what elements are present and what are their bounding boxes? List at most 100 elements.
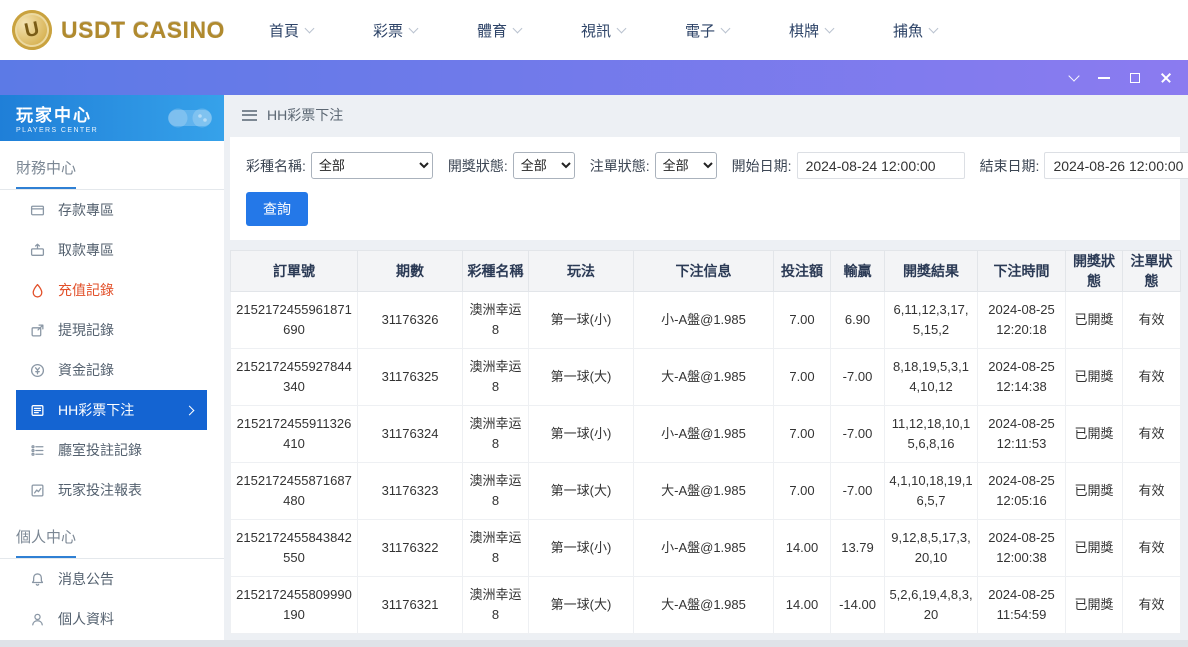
sidebar-item-profile[interactable]: 個人資料	[0, 599, 224, 639]
page-layout: 玩家中心 PLAYERS CENTER 財務中心 存款專區 取款專區 充值記錄 提現記錄…	[0, 95, 1188, 647]
sidebar-sections: 財務中心 存款專區 取款專區充值記錄提現記錄 資金記錄 HH彩票下注 廳室投註記錄玩家投注…	[0, 141, 224, 639]
coin-logo-icon: U	[8, 6, 56, 54]
cell-play: 第一球(大)	[528, 348, 634, 406]
cell-order-status: 有效	[1122, 462, 1181, 520]
minimize-icon[interactable]	[1098, 76, 1110, 79]
horizontal-scrollbar[interactable]	[0, 640, 1188, 647]
nav-item-label: 首頁	[268, 22, 299, 40]
chevron-down-icon	[720, 23, 731, 33]
lottery-name-label: 彩種名稱:	[246, 157, 306, 174]
cell-bet-info: 小-A盤@1.985	[633, 405, 774, 463]
maximize-icon[interactable]	[1130, 72, 1140, 83]
cell-draw-status: 已開獎	[1065, 576, 1123, 634]
column-header-order-status: 注單狀態	[1122, 250, 1181, 292]
cell-lottery-name: 澳洲幸运8	[462, 576, 529, 634]
sidebar-item-withdraw-record[interactable]: 提現記錄	[0, 310, 224, 350]
cell-bet-time: 2024-08-25 12:00:38	[977, 519, 1066, 577]
site-logo[interactable]: U USDT CASINO	[0, 6, 225, 54]
sidebar-section-title: 財務中心	[0, 141, 224, 190]
table-header-row: 訂單號 期數 彩種名稱 玩法 下注信息 投注額 輸贏 開獎結果 下注時間 開獎狀態 注單狀態	[230, 250, 1181, 292]
sidebar-item-label: 充值記錄	[58, 282, 114, 298]
cell-order-status: 有效	[1122, 576, 1181, 634]
table-row: 2152172455961871690 31176326 澳洲幸运8 第一球(小) 小-…	[230, 291, 1181, 349]
sidebar-item-room-bet-record[interactable]: 廳室投註記錄	[0, 430, 224, 470]
nav-item-video[interactable]: 視訊	[551, 0, 655, 60]
sidebar-section-title: 個人中心	[0, 510, 224, 559]
cell-draw-status: 已開獎	[1065, 348, 1123, 406]
withdraw-icon	[30, 243, 45, 258]
nav-item-sports[interactable]: 體育	[447, 0, 551, 60]
cell-lottery-name: 澳洲幸运8	[462, 519, 529, 577]
bell-icon	[30, 572, 45, 587]
start-date-label: 開始日期:	[731, 157, 792, 174]
close-icon[interactable]	[1160, 72, 1172, 84]
chevron-down-icon	[512, 23, 523, 33]
chevron-down-icon	[928, 23, 939, 33]
sidebar-item-announcements[interactable]: 消息公告	[0, 559, 224, 599]
gamepad-icon	[168, 108, 212, 128]
cell-win-loss: -14.00	[830, 576, 885, 634]
cell-draw-status: 已開獎	[1065, 519, 1123, 577]
nav-item-electronic[interactable]: 電子	[655, 0, 759, 60]
lottery-bets-icon	[30, 403, 45, 418]
withdraw-record-icon	[30, 323, 45, 338]
logo-text: USDT CASINO	[61, 16, 225, 43]
cell-bet-amount: 7.00	[773, 462, 831, 520]
cell-order-no: 2152172455871687480	[230, 462, 358, 520]
nav-item-label: 體育	[476, 22, 507, 40]
draw-status-select[interactable]: 全部	[512, 152, 575, 179]
breadcrumb: HH彩票下注	[230, 95, 1180, 135]
cell-order-status: 有效	[1122, 291, 1181, 349]
sidebar-item-player-bet-report[interactable]: 玩家投注報表	[0, 470, 224, 510]
cell-bet-info: 小-A盤@1.985	[633, 291, 774, 349]
filter-panel: 彩種名稱: 全部 開獎狀態: 全部 注單狀態: 全部 開始日期: 2024-08…	[230, 137, 1188, 240]
cell-play: 第一球(大)	[528, 576, 634, 634]
sidebar-item-deposit[interactable]: 存款專區	[0, 190, 224, 230]
cell-lottery-name: 澳洲幸运8	[462, 462, 529, 520]
nav-item-fishing[interactable]: 捕魚	[863, 0, 967, 60]
column-header-bet-amount: 投注額	[773, 250, 831, 292]
cell-period: 31176322	[357, 519, 463, 577]
sidebar-item-recharge-record[interactable]: 充值記錄	[0, 270, 224, 310]
start-date-input[interactable]	[796, 152, 965, 179]
cell-bet-info: 大-A盤@1.985	[633, 348, 774, 406]
sidebar-item-label: 個人資料	[58, 611, 114, 627]
nav-item-lottery[interactable]: 彩票	[343, 0, 447, 60]
draw-status-label: 開獎狀態:	[447, 157, 508, 174]
cell-bet-amount: 7.00	[773, 405, 831, 463]
cell-order-no: 2152172455927844340	[230, 348, 358, 406]
column-header-order-no: 訂單號	[230, 250, 358, 292]
end-date-input[interactable]	[1044, 152, 1188, 179]
cell-lottery-name: 澳洲幸运8	[462, 405, 529, 463]
sidebar-item-withdraw[interactable]: 取款專區	[0, 230, 224, 270]
person-icon	[30, 612, 45, 627]
nav-item-home[interactable]: 首頁	[239, 0, 343, 60]
cell-bet-info: 大-A盤@1.985	[633, 462, 774, 520]
cell-win-loss: -7.00	[830, 348, 885, 406]
table-body: 2152172455961871690 31176326 澳洲幸运8 第一球(小) 小-…	[230, 291, 1181, 634]
cell-bet-amount: 7.00	[773, 291, 831, 349]
cell-bet-info: 小-A盤@1.985	[633, 519, 774, 577]
lottery-name-select[interactable]: 全部	[310, 152, 433, 179]
sidebar-item-label: 玩家投注報表	[58, 482, 142, 498]
cell-win-loss: 13.79	[830, 519, 885, 577]
sidebar-item-label: 消息公告	[58, 571, 114, 587]
column-header-play: 玩法	[528, 250, 634, 292]
nav-item-board-games[interactable]: 棋牌	[759, 0, 863, 60]
order-status-select[interactable]: 全部	[654, 152, 717, 179]
main-nav: 首頁 彩票 體育 視訊 電子 棋牌 捕魚	[239, 0, 967, 60]
sidebar-item-hh-lottery-bets[interactable]: HH彩票下注	[16, 390, 207, 430]
cell-bet-time: 2024-08-25 12:11:53	[977, 405, 1066, 463]
menu-toggle-icon[interactable]	[242, 109, 257, 121]
cell-draw-status: 已開獎	[1065, 462, 1123, 520]
sidebar-item-funds-record[interactable]: 資金記錄	[0, 350, 224, 390]
cell-draw-result: 9,12,8,5,17,3,20,10	[884, 519, 978, 577]
collapse-chevron-icon[interactable]	[1068, 70, 1080, 82]
column-header-draw-result: 開獎結果	[884, 250, 978, 292]
cell-bet-time: 2024-08-25 12:05:16	[977, 462, 1066, 520]
search-button[interactable]: 查詢	[246, 192, 308, 226]
cell-win-loss: 6.90	[830, 291, 885, 349]
cell-win-loss: -7.00	[830, 462, 885, 520]
sidebar: 玩家中心 PLAYERS CENTER 財務中心 存款專區 取款專區 充值記錄 提現記錄…	[0, 95, 224, 647]
cell-bet-info: 大-A盤@1.985	[633, 576, 774, 634]
